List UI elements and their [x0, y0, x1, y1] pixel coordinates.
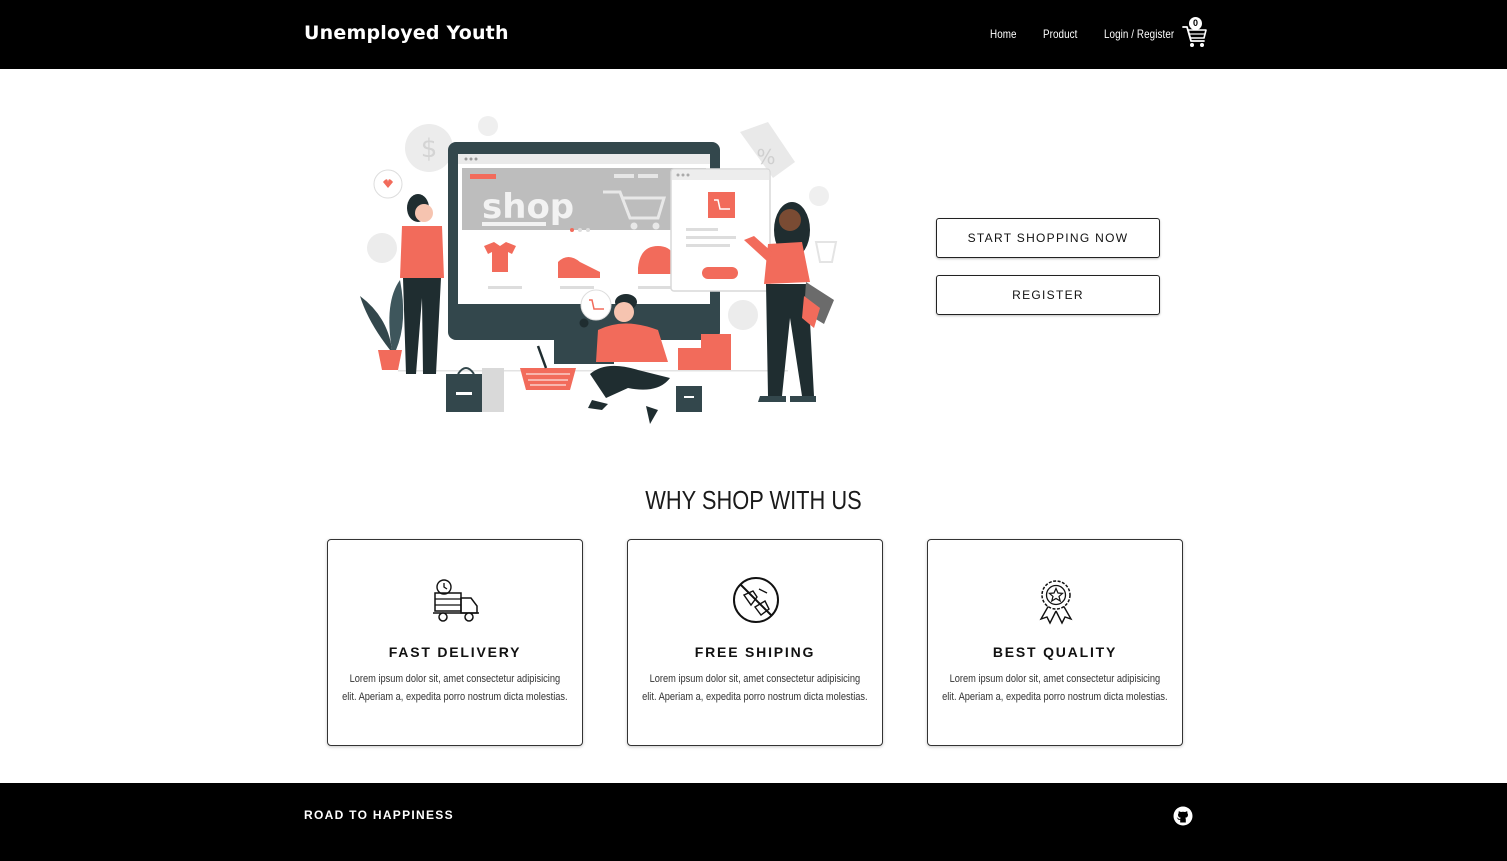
features-title: WHY SHOP WITH US: [645, 485, 862, 515]
feature-card-description: Lorem ipsum dolor sit, amet consectetur …: [942, 673, 1168, 703]
feature-card-free-shipping: FREE SHIPING Lorem ipsum dolor sit, amet…: [627, 539, 883, 746]
nav-link-login-register[interactable]: Login / Register: [1104, 27, 1174, 41]
nav-link-product[interactable]: Product: [1043, 27, 1077, 41]
github-icon[interactable]: [1173, 806, 1193, 826]
feature-card-description: Lorem ipsum dolor sit, amet consectetur …: [642, 673, 868, 703]
delivery-truck-icon: [433, 579, 479, 622]
shop-illustration-text: shop: [482, 187, 574, 227]
footer-tagline: ROAD TO HAPPINESS: [304, 808, 454, 822]
brand-logo[interactable]: Unemployed Youth: [304, 22, 509, 44]
page-footer: ROAD TO HAPPINESS: [0, 783, 1507, 861]
feature-card-title: BEST QUALITY: [992, 644, 1118, 660]
top-navbar: Unemployed Youth Home Product Login / Re…: [0, 0, 1507, 69]
feature-card-fast-delivery: FAST DELIVERY Lorem ipsum dolor sit, ame…: [327, 539, 583, 746]
no-fee-icon: [733, 577, 779, 623]
start-shopping-button[interactable]: START SHOPPING NOW: [936, 218, 1160, 258]
feature-card-best-quality: BEST QUALITY Lorem ipsum dolor sit, amet…: [927, 539, 1183, 746]
svg-text:%: %: [756, 145, 775, 169]
svg-text:$: $: [421, 134, 438, 164]
nav-link-home[interactable]: Home: [990, 27, 1017, 41]
cart-count-badge: 0: [1189, 17, 1202, 30]
feature-card-description: Lorem ipsum dolor sit, amet consectetur …: [342, 673, 568, 703]
feature-card-title: FREE SHIPING: [694, 644, 816, 660]
feature-card-title: FAST DELIVERY: [388, 644, 522, 660]
quality-badge-icon: [1039, 580, 1073, 625]
register-button[interactable]: REGISTER: [936, 275, 1160, 315]
shopping-illustration: $ % shop: [360, 116, 838, 424]
